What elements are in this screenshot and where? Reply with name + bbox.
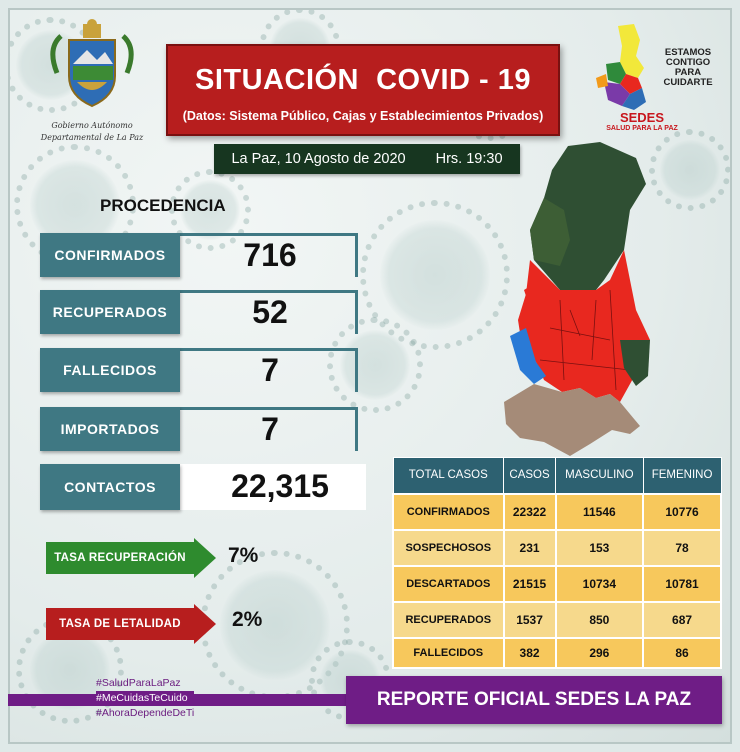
- table-cell: 10776: [642, 492, 722, 531]
- coat-of-arms-icon: [50, 19, 134, 108]
- government-name: Gobierno Autónomo Departamental de La Pa…: [40, 121, 144, 142]
- stat-label: CONTACTOS: [40, 464, 180, 510]
- recovery-rate-value: 7%: [228, 544, 259, 567]
- table-header: CASOS: [503, 457, 557, 494]
- lethality-rate-value: 2%: [232, 608, 263, 631]
- table-header-row: TOTAL CASOS CASOS MASCULINO FEMENINO: [392, 457, 722, 494]
- title-banner: SITUACIÓN COVID - 19 (Datos: Sistema Púb…: [166, 44, 560, 136]
- table-cell: 296: [554, 636, 645, 669]
- table-cell: CONFIRMADOS: [392, 492, 505, 531]
- table-cell: 850: [554, 600, 645, 639]
- table-cell: 231: [502, 528, 557, 567]
- stat-value: 22,315: [231, 468, 329, 504]
- stat-label: IMPORTADOS: [40, 407, 180, 451]
- table-cell: DESCARTADOS: [392, 564, 505, 603]
- table-header: FEMENINO: [642, 457, 722, 494]
- hashtags: #SaludParaLaPaz #MeCuidasTeCuido #AhoraD…: [96, 676, 195, 721]
- table-cell: SOSPECHOSOS: [392, 528, 505, 567]
- stat-value: 52: [252, 294, 288, 330]
- table-cell: 687: [642, 600, 722, 639]
- table-cell: 86: [642, 636, 722, 669]
- cases-table: TOTAL CASOS CASOS MASCULINO FEMENINO CON…: [392, 457, 722, 669]
- page-subtitle: (Datos: Sistema Público, Cajas y Estable…: [182, 109, 544, 123]
- hashtag: #SaludParaLaPaz: [96, 677, 181, 689]
- sedes-logo-text: SEDES SALUD PARA LA PAZ: [606, 110, 678, 132]
- table-cell: 11546: [554, 492, 645, 531]
- table-row: RECUPERADOS 1537 850 687: [392, 600, 722, 639]
- table-cell: 78: [642, 528, 722, 567]
- table-cell: 22322: [502, 492, 557, 531]
- virus-decoration: [360, 200, 510, 350]
- stat-value: 7: [261, 411, 279, 447]
- report-time: Hrs. 19:30: [435, 151, 503, 167]
- table-row: DESCARTADOS 21515 10734 10781: [392, 564, 722, 603]
- la-paz-department-map: [504, 142, 650, 456]
- table-header: TOTAL CASOS: [392, 457, 505, 494]
- stat-label: CONFIRMADOS: [40, 233, 180, 277]
- table-cell: 153: [554, 528, 645, 567]
- date-bar: La Paz, 10 Agosto de 2020 Hrs. 19:30: [214, 144, 520, 174]
- hashtag: #MeCuidasTeCuido: [96, 691, 195, 706]
- table-row: CONFIRMADOS 22322 11546 10776: [392, 492, 722, 531]
- stat-value: 716: [243, 237, 297, 273]
- campaign-slogan: ESTAMOS CONTIGO PARA CUIDARTE: [663, 47, 713, 88]
- lethality-rate-label: TASA DE LETALIDAD: [46, 608, 194, 640]
- table-row: FALLECIDOS 382 296 86: [392, 636, 722, 669]
- table-cell: 382: [502, 636, 557, 669]
- stat-value: 7: [261, 352, 279, 388]
- stat-label: FALLECIDOS: [40, 348, 180, 392]
- recovery-rate-label: TASA RECUPERACIÓN: [46, 542, 194, 574]
- hashtag: #AhoraDependeDeTi: [96, 707, 195, 719]
- table-cell: 1537: [502, 600, 557, 639]
- table-header: MASCULINO: [555, 457, 644, 494]
- table-cell: RECUPERADOS: [392, 600, 505, 639]
- table-cell: 21515: [502, 564, 557, 603]
- footer-banner: REPORTE OFICIAL SEDES LA PAZ: [346, 676, 722, 724]
- procedencia-heading: PROCEDENCIA: [100, 196, 226, 215]
- government-logo: Gobierno Autónomo Departamental de La Pa…: [40, 18, 144, 144]
- stat-label: RECUPERADOS: [40, 290, 180, 334]
- page-title: SITUACIÓN COVID - 19: [195, 64, 531, 96]
- table-row: SOSPECHOSOS 231 153 78: [392, 528, 722, 567]
- virus-decoration: [649, 129, 730, 211]
- table-cell: FALLECIDOS: [392, 636, 505, 669]
- report-date: La Paz, 10 Agosto de 2020: [231, 151, 406, 167]
- virus-decoration: [327, 317, 423, 413]
- table-cell: 10781: [642, 564, 722, 603]
- table-cell: 10734: [554, 564, 645, 603]
